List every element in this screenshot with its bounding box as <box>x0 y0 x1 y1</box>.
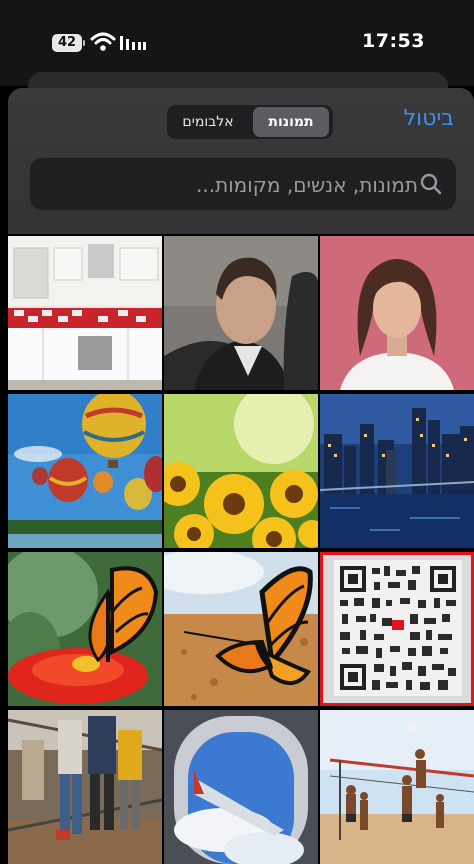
photo-butterfly-on-flower[interactable] <box>8 552 162 706</box>
tab-albums[interactable]: אלבומים <box>171 107 245 137</box>
cellular-signal-icon <box>120 36 146 50</box>
airplane-window-image <box>164 710 318 864</box>
photo-butterfly-on-ground[interactable] <box>164 552 318 706</box>
clock: 17:53 <box>362 30 425 52</box>
photo-sunflowers[interactable] <box>164 394 318 548</box>
woman-portrait-image <box>320 236 474 390</box>
wifi-icon <box>90 32 116 51</box>
photo-hot-air-balloons[interactable] <box>8 394 162 548</box>
search-icon <box>420 173 442 195</box>
search-field[interactable] <box>30 158 456 212</box>
city-night-image <box>320 394 474 548</box>
kitchen-image <box>8 236 162 390</box>
cancel-button[interactable]: ביטול <box>404 106 454 131</box>
tab-photos[interactable]: תמונות <box>253 107 329 137</box>
photo-grid <box>8 236 474 864</box>
hot-air-balloons-image <box>8 394 162 548</box>
sunflowers-image <box>164 394 318 548</box>
qr-code-image <box>320 552 474 706</box>
photo-airplane-window[interactable] <box>164 710 318 864</box>
butterfly-on-ground-image <box>164 552 318 706</box>
beach-volleyball-image <box>320 710 474 864</box>
photo-beach-volleyball[interactable] <box>320 710 474 864</box>
battery-indicator: 42 <box>52 34 82 52</box>
source-segmented-control: אלבומים תמונות <box>167 105 333 139</box>
man-portrait-image <box>164 236 318 390</box>
battery-nub <box>83 40 85 46</box>
photo-people-walking[interactable] <box>8 710 162 864</box>
picker-header: אלבומים תמונות ביטול <box>8 88 474 234</box>
search-input[interactable] <box>46 158 420 212</box>
butterfly-on-flower-image <box>8 552 162 706</box>
photo-kitchen[interactable] <box>8 236 162 390</box>
photo-man-portrait[interactable] <box>164 236 318 390</box>
photo-city-night[interactable] <box>320 394 474 548</box>
photo-woman-portrait[interactable] <box>320 236 474 390</box>
photo-qr-code[interactable] <box>320 552 474 706</box>
people-walking-image <box>8 710 162 864</box>
